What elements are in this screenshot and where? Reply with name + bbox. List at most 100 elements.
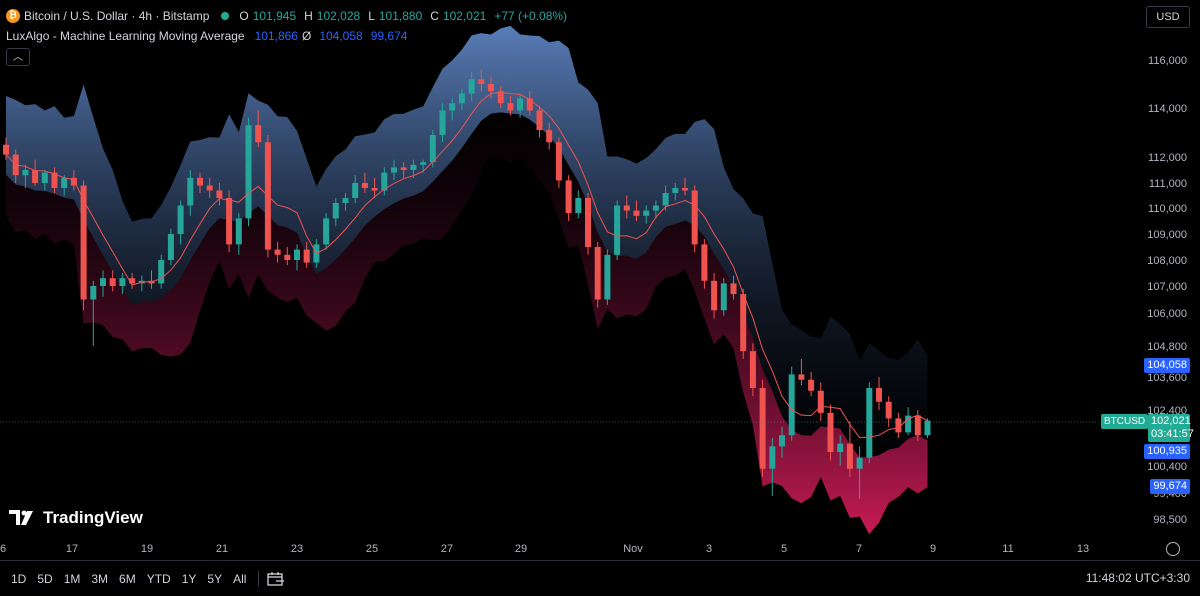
tradingview-logo[interactable]: TradingView [9,508,143,528]
candle-body [100,278,106,286]
candle-body [701,244,708,281]
y-tick-label: 104,800 [1147,341,1187,353]
chevron-up-icon[interactable]: ︿ [6,48,30,66]
y-tick-label: 111,000 [1149,178,1187,190]
candle-body [352,183,359,198]
candle [614,200,621,260]
candle-body [643,210,650,216]
timeframe-all[interactable]: All [233,572,246,586]
candle [924,418,931,438]
candle-body [788,374,795,436]
candle-body [837,443,844,452]
y-tick-label: 114,000 [1148,103,1187,115]
candle-body [594,247,601,300]
candle-body [914,415,921,436]
timeframe-ytd[interactable]: YTD [147,572,171,586]
ohlc-low-label: L [368,9,375,23]
timeframe-6m[interactable]: 6M [119,572,136,586]
gear-icon[interactable] [1166,542,1180,556]
candle-body [109,278,116,286]
logo-text: TradingView [43,508,143,527]
y-tick-label: 100,400 [1147,461,1187,473]
clock[interactable]: 11:48:02 UTC+3:30 [1086,571,1190,585]
candle-body [391,167,397,173]
bitcoin-icon: ₿ [6,9,20,23]
candle [585,193,591,255]
candle-body [623,205,630,211]
calendar-range-icon[interactable] [267,571,285,587]
x-tick-label: 21 [216,543,228,555]
candle-body [177,205,184,234]
symbol-title[interactable]: Bitcoin / U.S. Dollar · 4h · Bitstamp [24,8,209,24]
candle-body [294,249,300,260]
symbol-row: ₿ Bitcoin / U.S. Dollar · 4h · Bitstamp … [6,8,571,24]
candle-body [546,130,553,143]
timeframe-1d[interactable]: 1D [11,572,26,586]
candle [604,249,611,305]
candle-body [740,294,747,352]
candle-body [420,162,427,165]
candle-body [22,170,29,176]
x-tick-label: 5 [781,543,787,555]
candle-body [846,443,853,469]
x-tick-label: 23 [291,543,303,555]
candle [691,185,698,253]
x-tick-label: 3 [706,543,712,555]
indicator-symbol: Ø [301,29,312,43]
timeframe-1m[interactable]: 1M [64,572,81,586]
candle-body [284,254,291,260]
candle-body [255,125,262,143]
candle [720,278,727,316]
indicator-row[interactable]: LuxAlgo - Machine Learning Moving Averag… [6,28,571,44]
price-chart[interactable]: 116,000 114,000 112,000 111,000 110,000 109,0… [0,0,1200,595]
candle-body [565,180,572,214]
candle-body [400,167,407,170]
ohlc-open-value: 101,945 [252,9,297,23]
candle-body [730,283,737,295]
candle-body [439,110,446,135]
timeframe-5d[interactable]: 5D [37,572,52,586]
candle-body [226,198,233,245]
ohlc-close-label: C [430,9,439,23]
market-open-icon [221,12,230,20]
candle [323,213,330,250]
lower-band-price-tag: 99,674 [1150,479,1190,494]
candle-body [361,183,368,188]
y-tick-label: 108,000 [1147,255,1187,267]
candle-body [167,234,174,260]
candle-body [410,164,417,170]
timeframe-1y[interactable]: 1Y [182,572,197,586]
timeframe-3m[interactable]: 3M [91,572,108,586]
toolbar-divider [258,570,260,587]
x-tick-label: 17 [66,543,78,555]
y-tick-label: 106,000 [1147,308,1187,320]
timeframe-5y[interactable]: 5Y [207,572,222,586]
candle-body [197,177,203,186]
indicator-name[interactable]: LuxAlgo - Machine Learning Moving Averag… [6,28,245,44]
candle-body [769,446,776,469]
x-tick-label: 16 [0,543,6,555]
candle-body [41,172,48,183]
candle-body [158,260,165,284]
candle-body [536,110,543,131]
candle-body [323,218,330,245]
upper-band-price-tag: 104,058 [1144,358,1190,373]
y-tick-label: 116,000 [1148,55,1187,67]
x-tick-label: 19 [141,543,153,555]
candle-body [779,435,785,447]
candle-body [61,177,68,188]
y-tick-label: 110,000 [1148,203,1187,215]
candle [866,382,873,464]
candle-body [575,198,582,214]
x-tick-label: 11 [1002,543,1013,555]
candle-body [274,249,281,255]
candle-body [876,388,882,402]
x-tick-label: 27 [441,543,453,555]
candle-body [682,188,688,191]
chart-legend: ₿ Bitcoin / U.S. Dollar · 4h · Bitstamp … [6,8,571,44]
candle [759,379,766,477]
currency-button[interactable]: USD [1146,6,1190,28]
candle-body [585,198,591,247]
candle-body [90,286,97,300]
candle-body [808,379,815,391]
